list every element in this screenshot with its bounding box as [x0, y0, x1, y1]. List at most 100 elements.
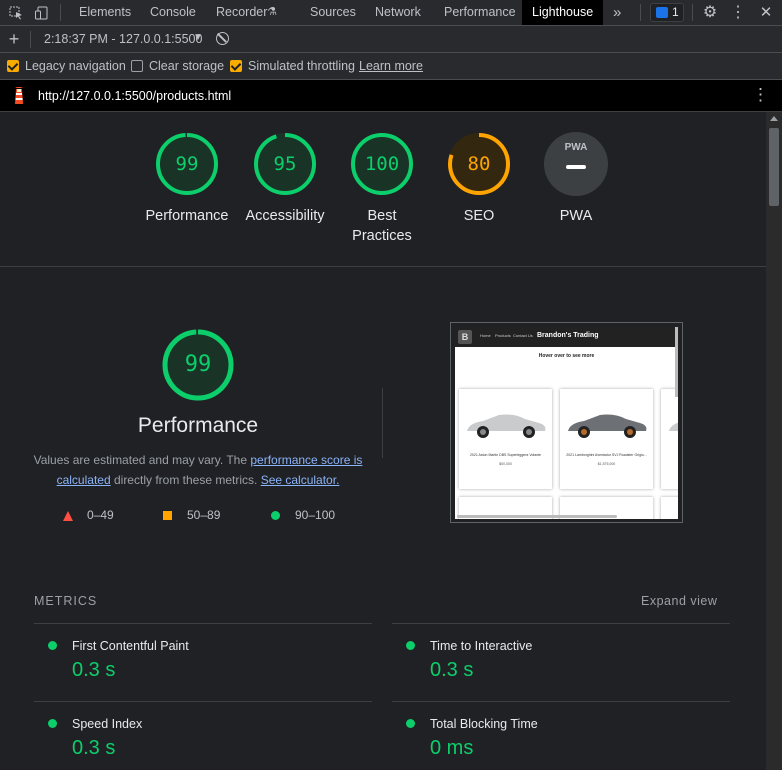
legend-fail-range: 0–49 — [87, 508, 114, 522]
tab-recorder[interactable]: Recorder — [216, 0, 267, 25]
report-scrollbar[interactable] — [766, 112, 782, 770]
lighthouse-icon — [12, 86, 26, 105]
brand-logo: B — [458, 330, 472, 344]
gear-icon[interactable]: ⚙ — [700, 0, 720, 25]
score-gauge-accessibility[interactable]: 95 Accessibility — [246, 132, 324, 224]
message-icon — [656, 7, 668, 18]
score-gauge-performance[interactable]: 99 Performance — [145, 132, 229, 224]
report-url-bar: http://127.0.0.1:5500/products.html ⋮ — [0, 80, 782, 112]
flask-icon: ⚗ — [267, 6, 277, 18]
vertical-divider — [382, 388, 383, 458]
metric-divider — [392, 701, 730, 702]
tab-network[interactable]: Network — [375, 0, 421, 25]
metric-value: 0.3 s — [72, 737, 116, 759]
metric-value: 0.3 s — [72, 659, 116, 681]
tab-elements[interactable]: Elements — [79, 0, 131, 25]
clear-storage-label: Clear storage — [149, 59, 225, 73]
scroll-up-arrow-icon[interactable] — [770, 116, 778, 121]
final-screenshot[interactable]: B Home Products Contact Us Brandon's Tra… — [450, 322, 683, 523]
metric-value: 0 ms — [430, 737, 474, 759]
metric-divider — [392, 623, 730, 624]
tab-console[interactable]: Console — [150, 0, 196, 25]
score-label: Performance — [145, 208, 229, 224]
devtools-tab-bar: Elements Console Recorder ⚗ Sources Netw… — [0, 0, 782, 26]
screenshot-nav-home: Home — [480, 333, 491, 338]
device-toolbar-icon[interactable] — [32, 0, 52, 28]
report-url: http://127.0.0.1:5500/products.html — [38, 89, 232, 103]
legacy-navigation-checkbox[interactable] — [7, 60, 19, 72]
score-gauge-seo[interactable]: 80 SEO — [447, 132, 511, 224]
options-bar: Legacy navigation Clear storage Simulate… — [0, 53, 782, 80]
learn-more-link[interactable]: Learn more — [359, 59, 423, 73]
metric-name: Total Blocking Time — [430, 717, 538, 731]
expand-view-button[interactable]: Expand view — [641, 594, 717, 608]
screenshot-car-card: 2022 B... — [661, 389, 678, 489]
performance-gauge-large: 99 — [161, 328, 235, 402]
screenshot-scrollbar — [457, 515, 617, 518]
screenshot-page: B Home Products Contact Us Brandon's Tra… — [455, 327, 678, 519]
score-label: SEO — [463, 208, 495, 224]
pass-dot-icon — [48, 641, 57, 650]
tab-performance[interactable]: Performance — [444, 0, 516, 25]
score-label: PWA — [559, 208, 593, 224]
kebab-menu-icon[interactable]: ⋮ — [728, 0, 748, 25]
screenshot-car-card — [661, 497, 678, 519]
car-name: 2021 Aston Martin DBS Superleggera Volan… — [469, 453, 542, 457]
screenshot-car-card: 2021 Lamborghini Aventador SVJ Roadster … — [560, 389, 653, 489]
metric-name: Time to Interactive — [430, 639, 533, 653]
lighthouse-toolbar: + 2:18:37 PM - 127.0.0.1:5500 ▼ — [0, 26, 782, 53]
report-menu-icon[interactable]: ⋮ — [752, 85, 769, 105]
screenshot-vscroll — [675, 327, 678, 397]
performance-description: Values are estimated and may vary. The p… — [33, 453, 363, 487]
car-image — [661, 403, 678, 448]
simulated-throttling-label: Simulated throttling — [248, 59, 356, 73]
issues-badge[interactable]: 1 — [650, 3, 684, 22]
car-image — [459, 403, 552, 448]
car-price: $00,000 — [499, 462, 512, 466]
pwa-dash-icon — [566, 165, 586, 169]
score-label: Accessibility — [245, 208, 325, 224]
pass-circle-icon — [271, 511, 280, 520]
inspect-element-icon[interactable] — [6, 0, 26, 28]
pwa-badge-icon: PWA — [564, 142, 588, 153]
metrics-heading: METRICS — [34, 594, 98, 608]
score-value: 95 — [273, 153, 297, 175]
chevron-down-icon[interactable]: ▼ — [193, 32, 203, 43]
screenshot-car-card: 2021 Aston Martin DBS Superleggera Volan… — [459, 389, 552, 489]
screenshot-navbar: B Home Products Contact Us Brandon's Tra… — [455, 327, 678, 347]
metric-name: Speed Index — [72, 717, 143, 731]
report-selector[interactable]: 2:18:37 PM - 127.0.0.1:5500 — [44, 32, 202, 46]
performance-score-large: 99 — [184, 352, 212, 377]
legend-pass-range: 90–100 — [295, 508, 336, 522]
performance-title: Performance — [137, 414, 259, 437]
more-tabs-button[interactable]: » — [613, 0, 621, 25]
car-image — [560, 403, 653, 448]
score-gauge-pwa[interactable]: PWA PWA — [544, 132, 608, 224]
plus-icon[interactable]: + — [6, 26, 22, 52]
legacy-navigation-label: Legacy navigation — [25, 59, 126, 73]
tab-sources[interactable]: Sources — [310, 0, 356, 25]
pass-dot-icon — [406, 719, 415, 728]
fail-triangle-icon — [63, 511, 73, 521]
tab-lighthouse[interactable]: Lighthouse — [522, 0, 604, 25]
screenshot-nav-contact: Contact Us — [513, 333, 533, 338]
metric-value: 0.3 s — [430, 659, 474, 681]
metric-name: First Contentful Paint — [72, 639, 189, 653]
score-gauge-best-practices[interactable]: 100 Best Practices — [350, 132, 414, 244]
simulated-throttling-checkbox[interactable] — [230, 60, 242, 72]
screenshot-nav-products: Products — [495, 333, 511, 338]
screenshot-brand: Brandon's Trading — [537, 332, 599, 339]
scrollbar-thumb[interactable] — [769, 128, 779, 206]
car-name: 2022 B... — [663, 453, 678, 457]
divider — [0, 266, 766, 267]
score-value: 100 — [364, 153, 400, 175]
average-square-icon — [163, 511, 172, 520]
score-value: 80 — [467, 153, 491, 175]
close-icon[interactable]: ✕ — [756, 0, 776, 25]
see-calculator-link[interactable]: See calculator. — [261, 473, 340, 487]
screenshot-hover-text: Hover over to see more — [538, 353, 595, 359]
clear-storage-checkbox[interactable] — [131, 60, 143, 72]
metric-divider — [34, 623, 372, 624]
clear-reports-icon[interactable] — [216, 32, 229, 45]
score-label: Best Practices — [352, 208, 412, 244]
